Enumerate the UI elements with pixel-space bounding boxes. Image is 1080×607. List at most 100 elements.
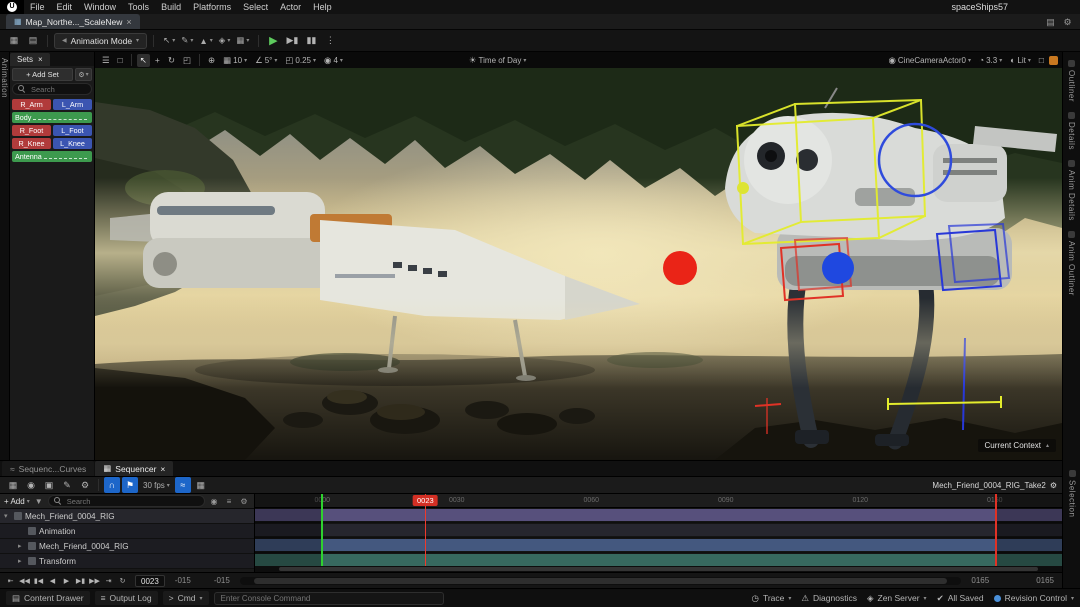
- viewport[interactable]: ☰ □ ↖ + ↻ ◰ ⊕ ▦ 10 ▾ ∠ 5° ▾: [95, 52, 1062, 460]
- transport-button[interactable]: ◀◀: [18, 575, 31, 587]
- edit-icon[interactable]: ✎: [59, 477, 75, 493]
- diagnostics-button[interactable]: ⚠ Diagnostics: [801, 593, 857, 604]
- set-item[interactable]: Body: [12, 112, 92, 123]
- gizmo-red-handle[interactable]: [663, 251, 697, 285]
- timeline-lane[interactable]: [255, 508, 1062, 523]
- move-tool-icon[interactable]: +: [152, 54, 163, 67]
- menu-item[interactable]: Build: [155, 2, 187, 12]
- settings-icon[interactable]: ⚙: [77, 477, 93, 493]
- track-row[interactable]: ▸ Mech_Friend_0004_RIG: [0, 539, 254, 554]
- save-all-icon[interactable]: ▦: [6, 33, 22, 49]
- disclosure-icon[interactable]: ▸: [18, 542, 25, 550]
- cinematic-mode-icon[interactable]: [1049, 56, 1058, 65]
- menu-item[interactable]: Actor: [274, 2, 307, 12]
- view-range-end[interactable]: 0165: [1032, 576, 1058, 585]
- camera-speed-dropdown[interactable]: ◉ 4 ▾: [321, 54, 346, 67]
- gear-icon[interactable]: ⚙: [238, 497, 250, 506]
- content-drawer-button[interactable]: ▤ Content Drawer: [6, 591, 90, 605]
- tab-sequencer[interactable]: ▦ Sequencer ×: [95, 461, 173, 476]
- scale-tool-icon[interactable]: ◰: [180, 54, 194, 67]
- range-slider-thumb[interactable]: [254, 578, 947, 584]
- track-section-band[interactable]: [255, 524, 1062, 536]
- time-of-day-dropdown[interactable]: ☀ Time of Day ▾: [466, 54, 529, 67]
- work-range-start[interactable]: -015: [210, 576, 234, 585]
- timeline-ruler[interactable]: 0000 0030 0060 0090 0120 0150: [255, 494, 1062, 508]
- tab-sequencer-curves[interactable]: ≈ Sequenc...Curves: [2, 461, 94, 476]
- content-browser-icon[interactable]: ▤: [25, 33, 41, 49]
- marker-icon[interactable]: ◉: [208, 497, 220, 506]
- right-rail-tab[interactable]: Anim Details: [1067, 160, 1076, 221]
- transport-button[interactable]: ▮◀: [32, 575, 45, 587]
- transport-button[interactable]: ⇥: [102, 575, 115, 587]
- rotation-snap-dropdown[interactable]: ∠ 5° ▾: [252, 54, 280, 67]
- current-frame-display[interactable]: 0023: [135, 575, 165, 587]
- snap-icon[interactable]: ∩: [104, 477, 120, 493]
- right-rail-tab[interactable]: Outliner: [1067, 60, 1076, 102]
- pause-button[interactable]: ▮▮: [303, 33, 319, 49]
- gear-icon[interactable]: ⚙: [1061, 16, 1074, 29]
- close-icon[interactable]: ×: [126, 17, 131, 27]
- revision-control-dropdown[interactable]: Revision Control ▾: [994, 593, 1074, 603]
- menu-item[interactable]: Window: [78, 2, 122, 12]
- set-options-dropdown[interactable]: ⚙ ▾: [75, 68, 92, 81]
- set-item[interactable]: R_Arm: [12, 99, 51, 110]
- timeline-lane[interactable]: [255, 523, 1062, 538]
- right-rail-tab[interactable]: Details: [1067, 112, 1076, 150]
- trace-dropdown[interactable]: ◷ Trace ▾: [752, 593, 792, 604]
- select-mode-dropdown[interactable]: ↖ ▾: [160, 33, 178, 49]
- scale-snap-dropdown[interactable]: ◰ 0.25 ▾: [282, 54, 319, 67]
- playhead-frame-badge[interactable]: 0023: [413, 495, 438, 506]
- transport-button[interactable]: ▶: [60, 575, 73, 587]
- maximize-icon[interactable]: □: [115, 54, 126, 67]
- all-saved-status[interactable]: ✔ All Saved: [937, 593, 984, 604]
- timeline-scrollbar-thumb[interactable]: [279, 567, 1038, 571]
- viewport-menu-icon[interactable]: ☰: [99, 54, 113, 67]
- list-icon[interactable]: ≡: [223, 497, 235, 506]
- menu-item[interactable]: File: [24, 2, 51, 12]
- paint-mode-dropdown[interactable]: ✎ ▾: [178, 33, 196, 49]
- transport-button[interactable]: ▶▮: [74, 575, 87, 587]
- select-tool-icon[interactable]: ↖: [137, 54, 150, 67]
- render-movie-icon[interactable]: ▣: [41, 477, 57, 493]
- cine-camera-dropdown[interactable]: ◉ CineCameraActor0 ▾: [886, 54, 974, 67]
- animation-rail-tab[interactable]: Animation: [0, 58, 9, 460]
- frame-skip-button[interactable]: ▶▮: [284, 33, 300, 49]
- sets-search-input[interactable]: [29, 84, 86, 95]
- menu-item[interactable]: Edit: [51, 2, 79, 12]
- transport-button[interactable]: ▶▶: [88, 575, 101, 587]
- timeline-start-marker[interactable]: [321, 494, 323, 566]
- current-context-badge[interactable]: Current Context ▴: [978, 439, 1056, 452]
- curve-editor-icon[interactable]: ≈: [175, 477, 191, 493]
- right-rail-tab-selection[interactable]: Selection: [1063, 470, 1080, 517]
- editor-mode-dropdown[interactable]: ◀ Animation Mode ▾: [54, 33, 147, 49]
- menu-item[interactable]: Select: [237, 2, 274, 12]
- close-icon[interactable]: ×: [38, 55, 43, 64]
- menu-item[interactable]: Tools: [122, 2, 155, 12]
- set-item[interactable]: R_Knee: [12, 138, 51, 149]
- gear-icon[interactable]: ⚙: [1050, 481, 1057, 490]
- menu-item[interactable]: Platforms: [187, 2, 237, 12]
- transport-button[interactable]: ◀: [46, 575, 59, 587]
- level-tab[interactable]: ▦ Map_Northe..._ScaleNew ×: [6, 14, 140, 29]
- view-range-start[interactable]: -015: [171, 576, 195, 585]
- filter-icon[interactable]: ▼: [33, 497, 45, 506]
- add-set-button[interactable]: + Add Set: [12, 68, 73, 81]
- play-button[interactable]: ▶: [265, 33, 281, 49]
- layout-icon[interactable]: ▤: [1044, 16, 1057, 29]
- transport-button[interactable]: ↻: [116, 575, 129, 587]
- track-section-band[interactable]: [255, 554, 1062, 566]
- unreal-logo[interactable]: U: [0, 0, 24, 14]
- set-item[interactable]: L_Foot: [53, 125, 92, 136]
- keyframe-flag-icon[interactable]: ⚑: [122, 477, 138, 493]
- console-command-input[interactable]: [214, 592, 444, 605]
- timeline-end-marker[interactable]: [995, 494, 997, 566]
- disclosure-icon[interactable]: ▾: [4, 512, 11, 520]
- work-range-end[interactable]: 0165: [967, 576, 993, 585]
- rotate-tool-icon[interactable]: ↻: [165, 54, 178, 67]
- gizmo-yellow-sphere[interactable]: [737, 182, 749, 194]
- menu-item[interactable]: Help: [307, 2, 338, 12]
- sequence-name-dropdown[interactable]: Mech_Friend_0004_RIG_Take2 ⚙: [932, 481, 1057, 490]
- track-row[interactable]: Animation: [0, 524, 254, 539]
- set-item[interactable]: R_Foot: [12, 125, 51, 136]
- track-row[interactable]: ▸ Transform: [0, 554, 254, 569]
